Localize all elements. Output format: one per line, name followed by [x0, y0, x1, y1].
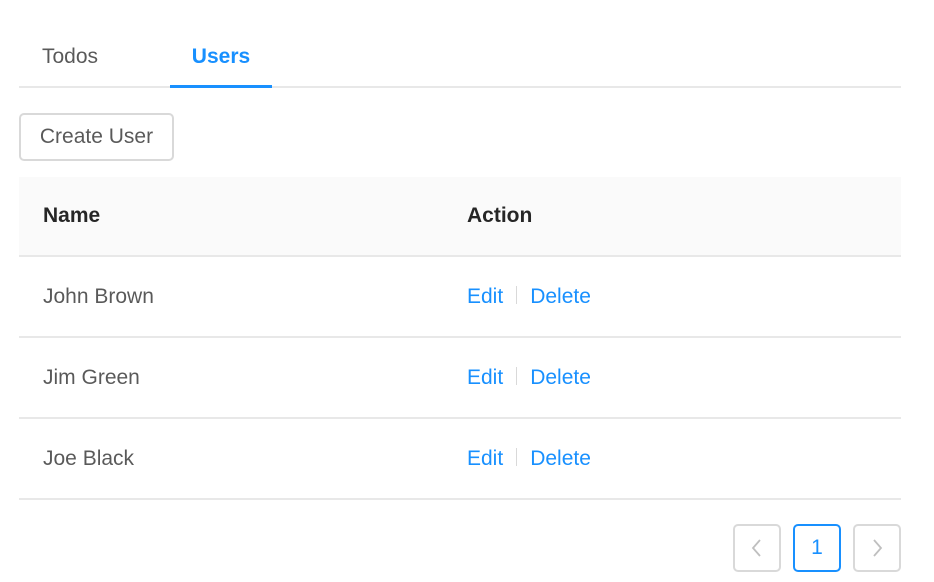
table-row: John Brown Edit Delete	[19, 257, 901, 338]
table-row: Joe Black Edit Delete	[19, 419, 901, 500]
user-name: Jim Green	[43, 366, 140, 389]
action-divider	[516, 286, 518, 305]
column-header-action: Action	[467, 204, 533, 227]
user-name: John Brown	[43, 285, 154, 308]
row-actions: Edit Delete	[467, 419, 591, 498]
active-tab-indicator	[170, 85, 272, 88]
next-page-button[interactable]	[853, 524, 901, 572]
edit-link[interactable]: Edit	[467, 366, 503, 389]
tab-todos[interactable]: Todos	[19, 26, 121, 88]
action-divider	[516, 448, 518, 467]
table-header: Name Action	[19, 177, 901, 257]
create-user-button[interactable]: Create User	[19, 113, 174, 161]
chevron-right-icon	[855, 539, 899, 557]
delete-link[interactable]: Delete	[530, 285, 591, 308]
delete-link[interactable]: Delete	[530, 447, 591, 470]
delete-link[interactable]: Delete	[530, 366, 591, 389]
column-header-name: Name	[43, 204, 101, 227]
row-actions: Edit Delete	[467, 338, 591, 417]
edit-link[interactable]: Edit	[467, 285, 503, 308]
users-page: Todos Users Create User Name Action John…	[0, 0, 934, 582]
chevron-left-icon	[735, 539, 779, 557]
page-number-button[interactable]: 1	[793, 524, 841, 572]
prev-page-button[interactable]	[733, 524, 781, 572]
user-name: Joe Black	[43, 447, 135, 470]
edit-link[interactable]: Edit	[467, 447, 503, 470]
row-actions: Edit Delete	[467, 257, 591, 336]
tab-users[interactable]: Users	[170, 26, 272, 88]
table-row: Jim Green Edit Delete	[19, 338, 901, 419]
users-table: Name Action John Brown Edit Delete Jim Gr…	[19, 177, 901, 500]
tab-bar: Todos Users	[19, 26, 901, 88]
action-divider	[516, 367, 518, 386]
